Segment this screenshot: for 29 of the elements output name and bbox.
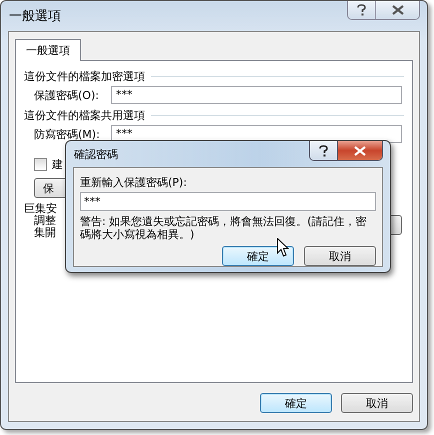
tab[interactable]: 一般選項 [15,39,81,61]
description-text: 調整 [34,215,56,227]
close-icon [392,5,404,15]
pointer-icon [277,238,289,258]
ok-button[interactable]: 確定 [260,393,332,413]
warning-text: 警告: 如果您遺失或忘記密碼，將會無法回復。(請記住，密碼將大小寫視為相異。) [80,215,368,241]
password-field[interactable]: *** [111,86,402,104]
password-field[interactable]: *** [80,192,376,211]
field-label: 保護密碼(O): [34,88,100,102]
cancel-button[interactable]: 取消 [341,393,413,413]
checkbox[interactable] [34,158,47,171]
close-icon [354,146,366,156]
help-icon [319,144,328,156]
dialog-title: 確認密碼 [73,148,118,160]
help-button[interactable] [310,141,337,160]
field-label: 重新輸入保護密碼(P): [80,176,188,189]
section-title: 這份文件的檔案加密選項 [24,70,145,83]
cancel-button[interactable]: 取消 [304,246,376,266]
field-label: 防寫密碼(M): [34,128,101,140]
section-title: 這份文件的檔案共用選項 [24,109,145,122]
checkbox-label: 建 [52,158,63,171]
close-button[interactable] [337,141,382,160]
ok-button[interactable]: 確定 [222,246,294,266]
description-text: 集開 [34,227,56,239]
close-button[interactable] [375,1,419,19]
help-icon [357,4,366,16]
section-title: 巨集安 [24,202,57,215]
help-button[interactable] [348,1,375,19]
window-title: 一般選項 [8,10,61,22]
